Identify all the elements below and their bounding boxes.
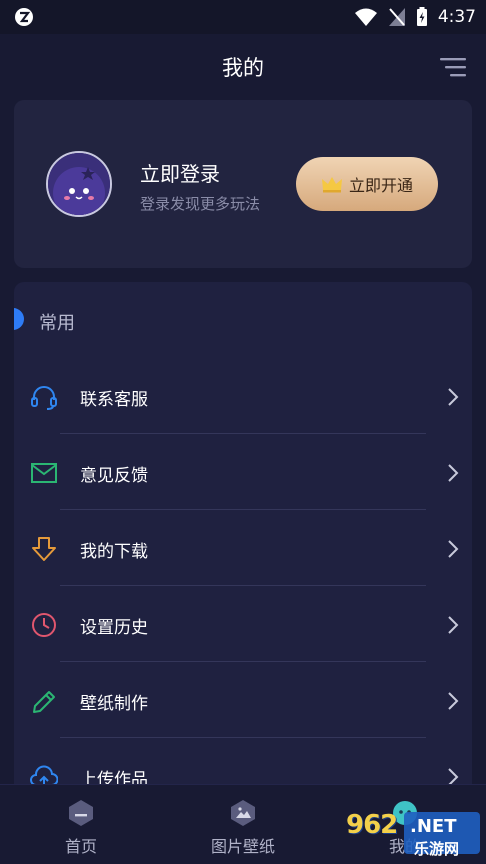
menu-item-label: 意见反馈	[80, 466, 148, 486]
page-title: 我的	[222, 56, 264, 80]
menu-item-wallpaper-maker[interactable]: 壁纸制作	[14, 662, 472, 738]
chevron-right-icon	[448, 388, 459, 406]
login-subtitle: 登录发现更多玩法	[140, 195, 261, 213]
vip-button-label: 立即开通	[348, 176, 413, 195]
menu-icon[interactable]	[440, 56, 466, 78]
common-section: 常用 联系客服 意见反馈 我的下载 设置历史 壁纸制作 上传作品	[14, 282, 472, 802]
chevron-right-icon	[448, 692, 459, 710]
nav-item-wallpapers[interactable]: 图片壁纸	[162, 785, 324, 864]
profile-card[interactable]: 立即登录 登录发现更多玩法 立即开通	[14, 100, 472, 268]
nav-label: 图片壁纸	[210, 837, 275, 856]
status-bar: 4:37	[0, 0, 486, 34]
crown-icon	[321, 177, 342, 193]
watermark-logo: 962 .NET 乐游网	[346, 808, 482, 858]
battery-charging-icon	[416, 7, 427, 26]
image-icon	[231, 800, 255, 826]
mail-icon	[31, 463, 57, 483]
menu-item-label: 我的下载	[80, 542, 148, 562]
avatar-face-icon	[48, 153, 110, 215]
section-title: 常用	[39, 313, 75, 334]
header: 我的	[0, 34, 486, 100]
app-notification-icon	[15, 8, 33, 26]
status-right: 4:37	[354, 0, 476, 34]
login-title[interactable]: 立即登录	[140, 158, 220, 187]
watermark-suffix: .NET	[410, 816, 457, 837]
watermark-site: 乐游网	[414, 840, 460, 858]
section-marker	[14, 308, 24, 330]
download-icon	[32, 537, 56, 561]
headset-icon	[31, 386, 57, 410]
menu-item-label: 壁纸制作	[80, 694, 148, 714]
menu-item-label: 联系客服	[80, 390, 148, 410]
home-icon	[69, 800, 93, 826]
signal-off-icon	[388, 8, 405, 26]
status-time: 4:37	[437, 7, 476, 27]
nav-item-home[interactable]: 首页	[0, 785, 162, 864]
avatar[interactable]	[46, 151, 112, 217]
chevron-right-icon	[448, 464, 459, 482]
chevron-right-icon	[448, 616, 459, 634]
watermark-number: 962	[346, 810, 398, 840]
wifi-icon	[354, 8, 377, 26]
menu-item-feedback[interactable]: 意见反馈	[14, 434, 472, 510]
menu-item-label: 设置历史	[80, 618, 148, 638]
menu-item-downloads[interactable]: 我的下载	[14, 510, 472, 586]
menu-item-customer-service[interactable]: 联系客服	[14, 358, 472, 434]
pencil-icon	[33, 691, 55, 713]
nav-label: 首页	[64, 837, 97, 856]
vip-open-button[interactable]: 立即开通	[296, 157, 438, 211]
chevron-right-icon	[448, 540, 459, 558]
clock-icon	[32, 613, 56, 637]
menu-item-history[interactable]: 设置历史	[14, 586, 472, 662]
